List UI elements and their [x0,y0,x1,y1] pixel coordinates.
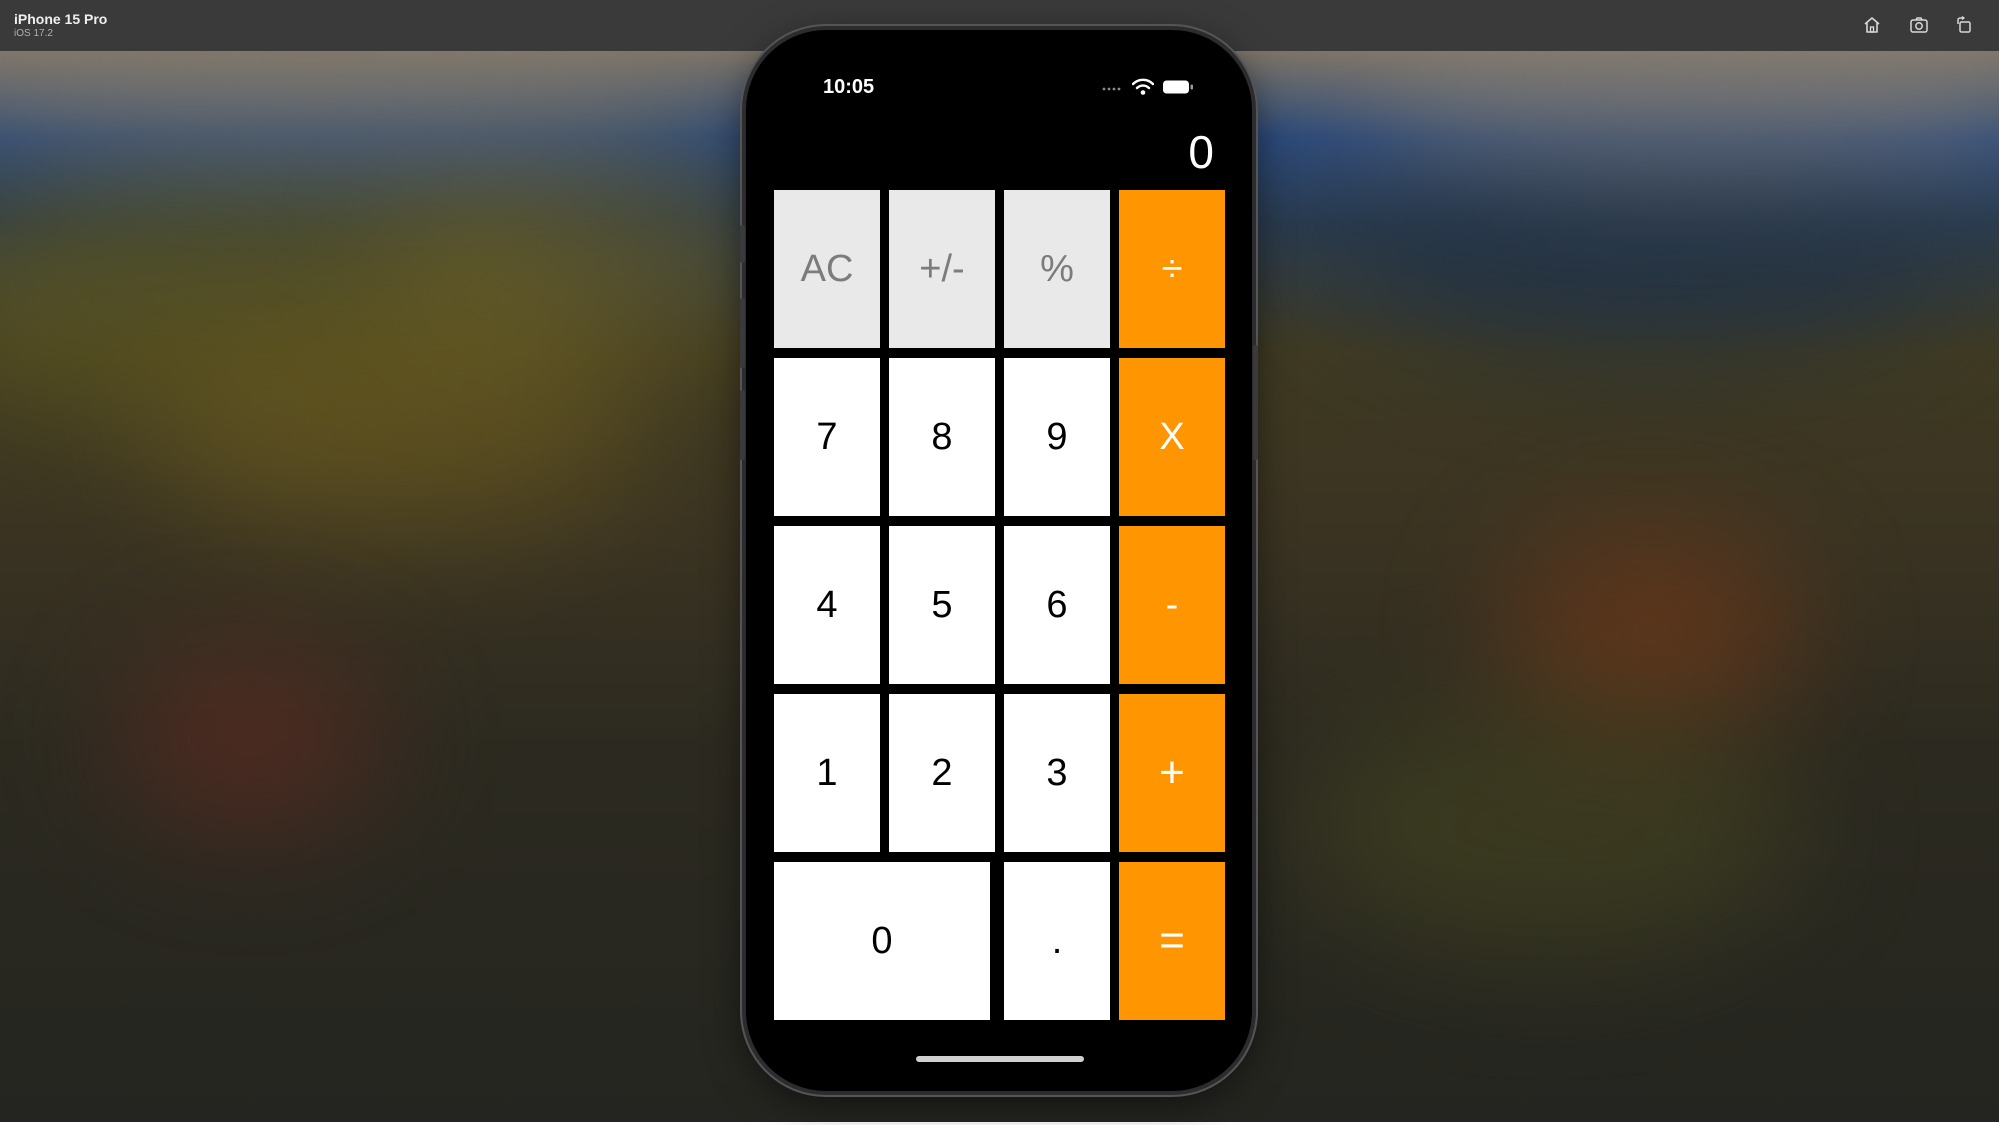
one-button[interactable]: 1 [774,694,880,852]
six-button[interactable]: 6 [1004,526,1110,684]
three-button[interactable]: 3 [1004,694,1110,852]
multiply-button[interactable]: X [1119,358,1225,516]
equals-button[interactable]: = [1119,862,1225,1020]
status-icons [1102,78,1194,96]
minus-button[interactable]: - [1119,526,1225,684]
rotate-icon [1957,15,1971,33]
action-button [740,225,745,263]
plus-button[interactable]: + [1119,694,1225,852]
zero-button[interactable]: 0 [774,862,990,1020]
screenshot-button[interactable] [1906,12,1932,38]
seven-button[interactable]: 7 [774,358,880,516]
volume-up-button [740,298,745,368]
home-button[interactable] [1859,12,1885,38]
screenshot-icon [1910,17,1928,33]
side-power-button [1253,345,1258,460]
volume-down-button [740,390,745,460]
wifi-icon [1132,78,1154,95]
calculator-display: 0 [1188,126,1214,178]
four-button[interactable]: 4 [774,526,880,684]
divide-button[interactable]: ÷ [1119,190,1225,348]
home-icon [1864,17,1880,33]
cellular-signal-icon [1102,87,1121,91]
eight-button[interactable]: 8 [889,358,995,516]
percent-button[interactable]: % [1004,190,1110,348]
five-button[interactable]: 5 [889,526,995,684]
nine-button[interactable]: 9 [1004,358,1110,516]
decimal-button[interactable]: . [1004,862,1110,1020]
device-name: iPhone 15 Pro [14,11,108,27]
ac-button[interactable]: AC [774,190,880,348]
iphone-frame: 10:05 0 AC +/- % ÷ 7 8 9 X 4 5 6 - 1 2 3… [746,30,1252,1091]
os-version: iOS 17.2 [14,28,53,39]
plus-minus-button[interactable]: +/- [889,190,995,348]
status-time: 10:05 [823,76,875,98]
home-indicator[interactable] [916,1056,1084,1062]
two-button[interactable]: 2 [889,694,995,852]
rotate-button[interactable] [1951,12,1977,38]
battery-icon [1163,80,1193,94]
